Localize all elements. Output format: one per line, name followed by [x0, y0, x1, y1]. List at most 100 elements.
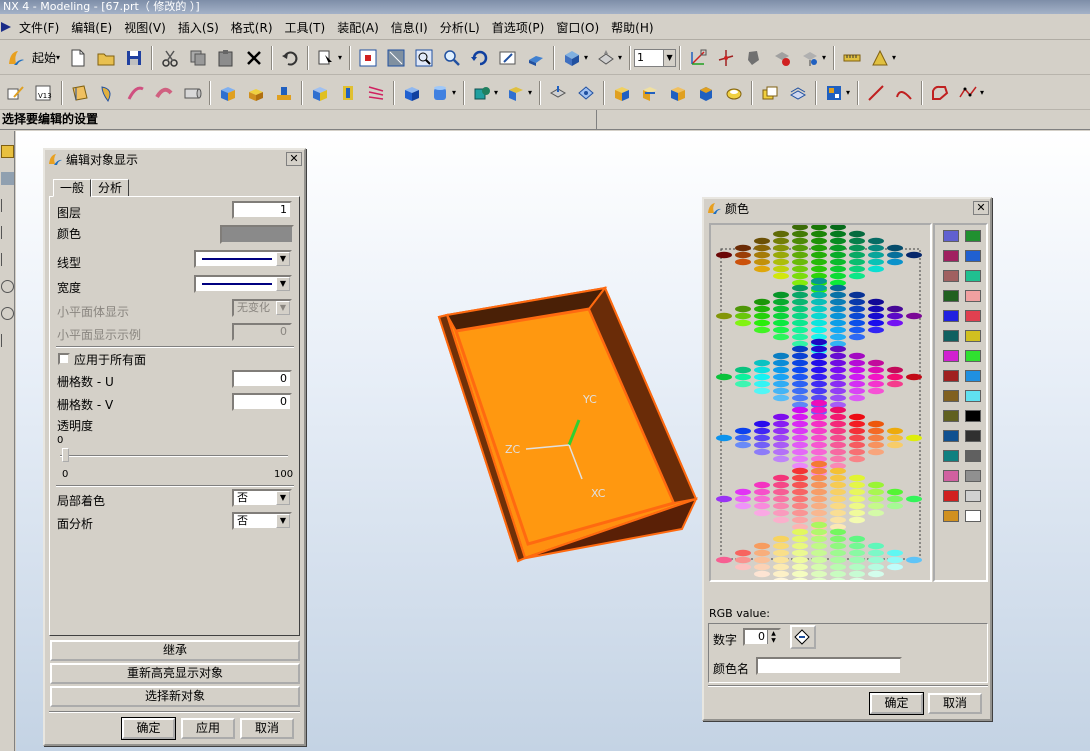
palette-color-cell[interactable]: [773, 319, 789, 327]
zoom-window-icon[interactable]: [384, 46, 408, 70]
favorite-color-swatch[interactable]: [943, 310, 959, 322]
favorite-color-swatch[interactable]: [965, 430, 981, 442]
palette-color-cell[interactable]: [773, 549, 789, 557]
palette-color-cell[interactable]: [868, 509, 884, 517]
palette-color-cell[interactable]: [811, 502, 827, 510]
palette-color-cell[interactable]: [830, 244, 846, 252]
favorite-color-swatch[interactable]: [943, 410, 959, 422]
palette-color-cell[interactable]: [792, 420, 808, 428]
palette-color-cell[interactable]: [811, 305, 827, 313]
palette-color-cell[interactable]: [792, 359, 808, 367]
palette-color-cell[interactable]: [830, 467, 846, 475]
palette-color-cell[interactable]: [887, 312, 903, 320]
palette-color-cell[interactable]: [735, 244, 751, 252]
palette-color-cell[interactable]: [868, 373, 884, 381]
save-icon[interactable]: [122, 46, 146, 70]
palette-color-cell[interactable]: [887, 549, 903, 557]
color-palette-canvas[interactable]: [711, 225, 930, 580]
palette-color-cell[interactable]: [830, 495, 846, 503]
wcs-orient-icon[interactable]: [686, 46, 710, 70]
menu-file[interactable]: 文件(F): [13, 19, 65, 36]
chamfer-icon[interactable]: [336, 81, 360, 105]
palette-color-cell[interactable]: [792, 481, 808, 489]
palette-color-cell[interactable]: [887, 305, 903, 313]
palette-color-cell[interactable]: [830, 298, 846, 306]
palette-color-cell[interactable]: [735, 251, 751, 259]
palette-color-cell[interactable]: [716, 251, 732, 259]
favorite-color-swatch[interactable]: [943, 330, 959, 342]
palette-color-cell[interactable]: [849, 441, 865, 449]
palette-color-cell[interactable]: [792, 570, 808, 578]
palette-color-cell[interactable]: [735, 563, 751, 571]
palette-color-cell[interactable]: [830, 427, 846, 435]
palette-color-cell[interactable]: [868, 326, 884, 334]
palette-color-cell[interactable]: [811, 399, 827, 407]
line-icon[interactable]: [864, 81, 888, 105]
grid-u-input[interactable]: 0: [232, 370, 292, 388]
palette-color-cell[interactable]: [773, 535, 789, 543]
roles-icon[interactable]: [1, 307, 14, 320]
spline-icon[interactable]: [956, 81, 980, 105]
palette-color-cell[interactable]: [754, 570, 770, 578]
palette-color-cell[interactable]: [811, 563, 827, 571]
palette-color-cell[interactable]: [792, 495, 808, 503]
palette-color-cell[interactable]: [868, 427, 884, 435]
palette-color-cell[interactable]: [830, 577, 846, 580]
favorite-color-swatch[interactable]: [965, 410, 981, 422]
palette-color-cell[interactable]: [754, 244, 770, 252]
palette-color-cell[interactable]: [887, 258, 903, 266]
palette-color-cell[interactable]: [849, 298, 865, 306]
favorite-color-swatch[interactable]: [965, 330, 981, 342]
palette-color-cell[interactable]: [830, 291, 846, 299]
favorite-color-swatch[interactable]: [943, 270, 959, 282]
sketch-v13-icon[interactable]: V13: [32, 81, 56, 105]
palette-color-cell[interactable]: [773, 474, 789, 482]
palette-color-cell[interactable]: [773, 448, 789, 456]
palette-color-cell[interactable]: [792, 284, 808, 292]
color-palette[interactable]: [709, 223, 932, 582]
palette-color-cell[interactable]: [773, 373, 789, 381]
menu-help[interactable]: 帮助(H): [605, 19, 659, 36]
palette-color-cell[interactable]: [735, 319, 751, 327]
partial-shading-combo[interactable]: 否 ▼: [232, 489, 292, 507]
history-icon[interactable]: [1, 226, 14, 239]
menu-analysis[interactable]: 分析(L): [434, 19, 486, 36]
palette-color-cell[interactable]: [830, 352, 846, 360]
menu-info[interactable]: 信息(I): [385, 19, 434, 36]
palette-color-cell[interactable]: [887, 563, 903, 571]
palette-color-cell[interactable]: [868, 420, 884, 428]
favorite-color-swatch[interactable]: [943, 430, 959, 442]
palette-color-cell[interactable]: [811, 495, 827, 503]
palette-color-cell[interactable]: [906, 312, 922, 320]
palette-color-cell[interactable]: [735, 312, 751, 320]
palette-color-cell[interactable]: [754, 441, 770, 449]
palette-color-cell[interactable]: [868, 319, 884, 327]
palette-color-cell[interactable]: [849, 265, 865, 273]
palette-color-cell[interactable]: [716, 373, 732, 381]
palette-color-cell[interactable]: [792, 474, 808, 482]
palette-color-cell[interactable]: [849, 427, 865, 435]
palette-color-cell[interactable]: [754, 434, 770, 442]
palette-color-cell[interactable]: [773, 380, 789, 388]
palette-color-cell[interactable]: [887, 373, 903, 381]
palette-color-cell[interactable]: [830, 345, 846, 353]
linetype-combo[interactable]: ▼: [194, 250, 292, 268]
favorite-color-swatch[interactable]: [965, 510, 981, 522]
palette-color-cell[interactable]: [811, 244, 827, 252]
spinner-arrows-icon[interactable]: ▲ ▼: [767, 630, 779, 644]
palette-color-cell[interactable]: [754, 549, 770, 557]
palette-color-cell[interactable]: [849, 230, 865, 238]
palette-color-cell[interactable]: [868, 502, 884, 510]
open-folder-icon[interactable]: [94, 46, 118, 70]
palette-color-cell[interactable]: [830, 509, 846, 517]
palette-color-cell[interactable]: [811, 570, 827, 578]
palette-color-cell[interactable]: [735, 373, 751, 381]
favorite-color-swatch[interactable]: [965, 290, 981, 302]
palette-color-cell[interactable]: [849, 394, 865, 402]
chevron-down-icon[interactable]: ▼: [276, 252, 290, 266]
palette-color-cell[interactable]: [773, 509, 789, 517]
palette-color-cell[interactable]: [773, 394, 789, 402]
block-icon[interactable]: [216, 81, 240, 105]
dialog-titlebar[interactable]: 颜色: [704, 199, 990, 217]
assembly-navigator-icon[interactable]: [1, 145, 14, 158]
